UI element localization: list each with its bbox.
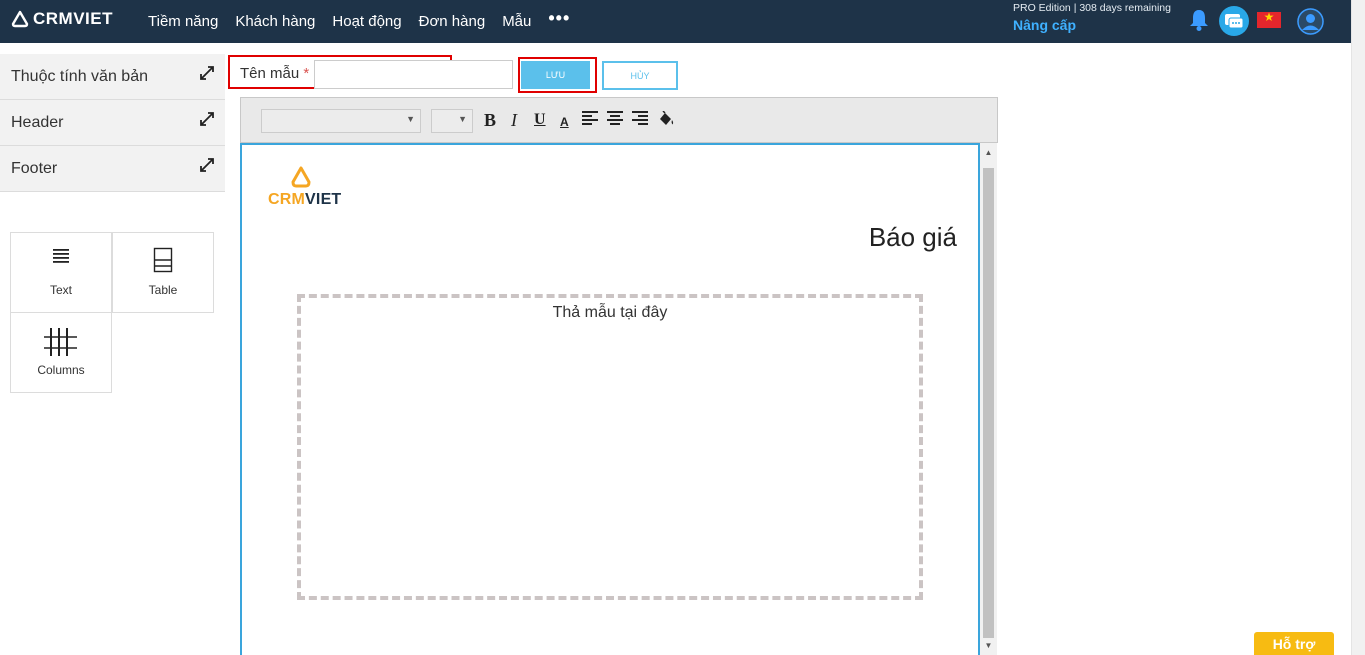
section-label: Header xyxy=(11,114,64,131)
save-button[interactable]: LƯU xyxy=(521,61,590,89)
section-header[interactable]: Header xyxy=(0,100,225,146)
text-lines-icon xyxy=(11,247,111,263)
user-avatar-icon[interactable] xyxy=(1297,8,1324,35)
nav-item-don-hang[interactable]: Đơn hàng xyxy=(419,13,486,30)
support-button[interactable]: Hỗ trợ xyxy=(1254,632,1334,655)
nav-item-mau[interactable]: Mẫu xyxy=(502,13,531,30)
logo-text: CRMVIET xyxy=(33,9,113,28)
chevron-down-icon: ▼ xyxy=(406,114,415,124)
block-columns[interactable]: Columns xyxy=(10,312,112,393)
font-size-select[interactable]: ▼ xyxy=(431,109,473,133)
bell-icon[interactable] xyxy=(1188,8,1210,37)
columns-icon xyxy=(11,327,111,357)
editor-scrollbar[interactable]: ▲ ▼ xyxy=(980,143,997,655)
page-scrollbar[interactable] xyxy=(1351,0,1365,655)
document-logo-text: CRMVIET xyxy=(268,191,341,209)
logo-icon xyxy=(11,10,29,28)
document-title[interactable]: Báo giá xyxy=(800,222,957,253)
block-label: Text xyxy=(49,283,72,297)
italic-button[interactable]: I xyxy=(511,111,517,129)
brand-logo[interactable]: CRMVIET xyxy=(11,9,113,29)
section-footer[interactable]: Footer xyxy=(0,146,225,192)
chevron-down-icon: ▼ xyxy=(458,114,467,124)
template-name-input[interactable] xyxy=(314,60,513,89)
editor-toolbar: ▼ ▼ B I U A xyxy=(240,97,998,143)
chat-icon[interactable] xyxy=(1219,6,1249,36)
align-left-icon[interactable] xyxy=(582,111,598,130)
nav-item-hoat-dong[interactable]: Hoạt động xyxy=(332,13,401,30)
block-text[interactable]: Text xyxy=(10,232,112,313)
template-name-label: Tên mẫu * xyxy=(240,65,309,82)
nav-item-khach-hang[interactable]: Khách hàng xyxy=(235,13,315,30)
upgrade-link[interactable]: Nâng cấp xyxy=(1013,17,1076,33)
section-document-properties[interactable]: Thuộc tính văn bản xyxy=(0,54,225,100)
scroll-thumb[interactable] xyxy=(983,168,994,638)
underline-button[interactable]: U xyxy=(534,111,546,129)
table-icon xyxy=(113,247,213,273)
font-color-button[interactable]: A xyxy=(560,113,569,131)
section-label: Thuộc tính văn bản xyxy=(11,68,148,85)
scroll-up-icon[interactable]: ▲ xyxy=(980,148,997,157)
expand-icon[interactable] xyxy=(199,157,215,178)
logo-part-viet: VIET xyxy=(305,191,342,208)
section-label: Footer xyxy=(11,160,58,177)
flag-star-icon: ★ xyxy=(1263,10,1275,24)
bold-button[interactable]: B xyxy=(484,111,496,129)
logo-part-crm: CRM xyxy=(268,191,306,208)
expand-icon[interactable] xyxy=(199,65,215,86)
nav-item-tiem-nang[interactable]: Tiềm năng xyxy=(148,13,218,30)
font-family-select[interactable]: ▼ xyxy=(261,109,421,133)
edition-info: PRO Edition | 308 days remaining xyxy=(1013,2,1171,14)
vietnam-flag-icon[interactable]: ★ xyxy=(1257,10,1281,28)
align-right-icon[interactable] xyxy=(632,111,648,130)
nav-more-menu[interactable]: ••• xyxy=(548,8,570,29)
block-label: Table xyxy=(148,283,178,297)
cancel-button[interactable]: HỦY xyxy=(602,61,678,90)
expand-icon[interactable] xyxy=(199,111,215,132)
paint-bucket-icon[interactable] xyxy=(657,110,675,132)
block-table[interactable]: Table xyxy=(112,232,214,313)
template-name-label-text: Tên mẫu xyxy=(240,65,300,82)
template-dropzone[interactable]: Thả mẫu tại đây xyxy=(297,294,923,600)
scroll-down-icon[interactable]: ▼ xyxy=(980,641,997,650)
block-label: Columns xyxy=(37,363,85,377)
dropzone-text: Thả mẫu tại đây xyxy=(552,304,668,321)
align-center-icon[interactable] xyxy=(607,111,623,130)
top-navbar: CRMVIET Tiềm năng Khách hàng Hoạt động Đ… xyxy=(0,0,1351,43)
main-nav: Tiềm năng Khách hàng Hoạt động Đơn hàng … xyxy=(148,0,570,43)
required-mark: * xyxy=(303,65,310,82)
